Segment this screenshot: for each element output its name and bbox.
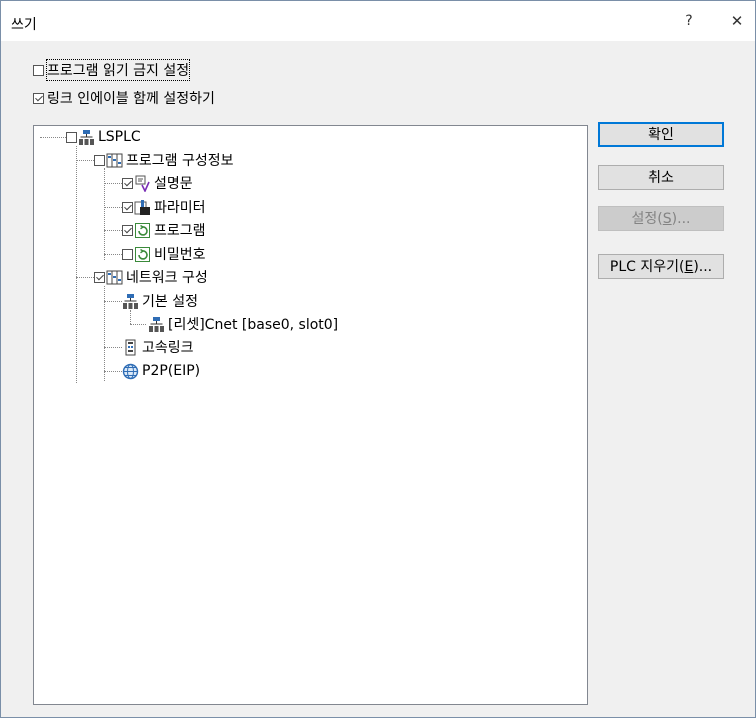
tree-node-program-config[interactable]: 프로그램 구성정보	[94, 149, 234, 171]
program-icon	[135, 246, 150, 262]
module-icon	[125, 339, 136, 355]
globe-icon	[122, 363, 139, 379]
comment-icon	[135, 175, 150, 192]
dialog-title: 쓰기	[11, 17, 37, 33]
tree-node-p2p[interactable]: P2P(EIP)	[122, 360, 200, 382]
tree-label-basic-settings: 기본 설정	[142, 294, 198, 310]
plc-erase-button-hotkey: E	[684, 259, 694, 275]
tree-node-program[interactable]: 프로그램	[122, 219, 206, 241]
plc-erase-button-label: PLC 지우기(	[609, 259, 685, 275]
plc-erase-button[interactable]: PLC 지우기(E)...	[598, 254, 724, 279]
tree-label-description: 설명문	[154, 176, 193, 192]
parameter-hand-icon	[134, 199, 150, 215]
settings-button-suffix: )...	[671, 211, 691, 227]
tree-label-password: 비밀번호	[154, 247, 206, 263]
settings-button[interactable]: 설정(S)...	[598, 206, 724, 231]
tree-node-basic-settings[interactable]: 기본 설정	[122, 290, 198, 312]
tree-checkbox-lsplc[interactable]	[66, 131, 77, 143]
settings-button-label: 설정(	[631, 211, 663, 227]
tree-label-network-config: 네트워크 구성	[126, 270, 208, 286]
tree-label-program-config: 프로그램 구성정보	[126, 153, 234, 169]
link-enable-checkbox[interactable]	[33, 92, 44, 104]
write-dialog: 쓰기 ? ✕ 프로그램 읽기 금지 설정 링크 인에이블 함께 설정하기 LSP…	[0, 0, 756, 718]
tree-node-lsplc[interactable]: LSPLC	[66, 126, 141, 148]
tree-label-parameter: 파라미터	[154, 200, 206, 216]
tree-label-highspeed-link: 고속링크	[142, 340, 194, 356]
tree-checkbox-parameter[interactable]	[122, 201, 133, 213]
cancel-button[interactable]: 취소	[598, 165, 724, 190]
tree-label-program: 프로그램	[154, 223, 206, 239]
tree-checkbox-program[interactable]	[122, 224, 133, 236]
tree-checkbox-password[interactable]	[122, 248, 133, 260]
tree-checkbox-network-config[interactable]	[94, 271, 105, 283]
tree-label-lsplc: LSPLC	[98, 129, 141, 145]
close-button[interactable]: ✕	[725, 11, 749, 31]
prohibit-read-checkbox[interactable]	[33, 64, 44, 76]
link-enable-option[interactable]: 링크 인에이블 함께 설정하기	[33, 87, 215, 109]
tree-checkbox-description[interactable]	[122, 177, 133, 189]
plc-network-icon	[79, 129, 94, 145]
tree-label-p2p: P2P(EIP)	[142, 363, 201, 379]
settings-button-hotkey: S	[662, 211, 672, 227]
program-icon	[135, 222, 150, 238]
grid-icon	[106, 153, 123, 167]
plc-network-icon	[123, 293, 138, 309]
prohibit-read-label: 프로그램 읽기 금지 설정	[45, 59, 191, 81]
tree-node-highspeed-link[interactable]: 고속링크	[122, 336, 194, 358]
prohibit-read-option[interactable]: 프로그램 읽기 금지 설정	[33, 59, 191, 81]
tree-node-parameter[interactable]: 파라미터	[122, 196, 206, 218]
title-bar: 쓰기 ? ✕	[1, 1, 755, 41]
tree-node-description[interactable]: 설명문	[122, 172, 193, 194]
help-button[interactable]: ?	[677, 11, 701, 31]
write-item-tree[interactable]: LSPLC 프로그램 구성정보 설명문 파라미터 프로그램 비밀번호 네트워크 …	[33, 125, 588, 705]
tree-checkbox-program-config[interactable]	[94, 154, 105, 166]
tree-node-password[interactable]: 비밀번호	[122, 243, 206, 265]
link-enable-label: 링크 인에이블 함께 설정하기	[47, 91, 215, 107]
tree-label-cnet-slot: [리셋]Cnet [base0, slot0]	[168, 317, 339, 333]
grid-icon	[106, 270, 123, 284]
tree-node-cnet-slot[interactable]: [리셋]Cnet [base0, slot0]	[148, 313, 338, 335]
plc-erase-button-suffix: )...	[693, 259, 713, 275]
plc-network-icon	[149, 316, 164, 332]
tree-node-network-config[interactable]: 네트워크 구성	[94, 266, 208, 288]
ok-button[interactable]: 확인	[598, 122, 724, 147]
